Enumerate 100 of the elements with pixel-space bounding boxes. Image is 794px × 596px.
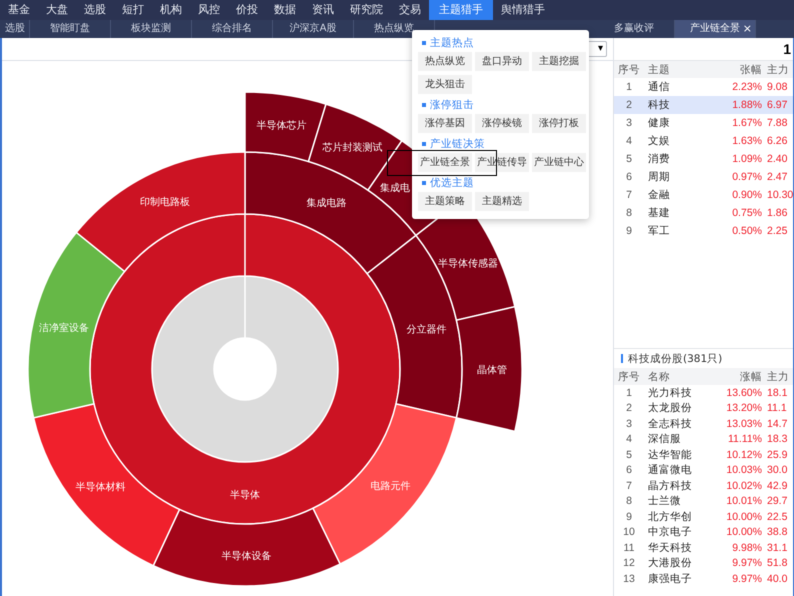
table-row[interactable]: 9 军工 0.50% 2.25 [614, 222, 793, 240]
menu-item[interactable]: 涨停棱镜 [475, 114, 529, 133]
table-cell-text: 大港股份 [647, 556, 693, 570]
page-tab[interactable]: 综合排名 [192, 20, 273, 38]
menu-tab[interactable]: 选股 [76, 0, 114, 20]
menu-item[interactable]: 涨停打板 [532, 114, 586, 133]
table-cell-text: 1.67% [731, 117, 762, 129]
segment-label: 印制电路板 [140, 197, 190, 208]
table-cell-text: 18.3 [766, 433, 788, 446]
table-cell-text: 6 [625, 171, 633, 183]
column-header: 主力 [766, 370, 790, 384]
menu-item[interactable]: 主题策略 [418, 192, 472, 211]
segment-label: 半导体 [230, 490, 260, 501]
table-cell-text: 4 [625, 135, 633, 147]
table-cell-text: 11 [622, 542, 636, 554]
column-header: 名称 [647, 370, 671, 384]
table-row[interactable]: 2 科技 1.88% 6.97 [614, 96, 793, 114]
table-cell-text: 士兰微 [647, 494, 682, 508]
table-cell-text: 2 [625, 99, 633, 111]
menu-tab[interactable]: 数据 [266, 0, 304, 20]
table-cell-text: 1.88% [731, 99, 762, 111]
table-cell-text: 中京电子 [647, 525, 693, 540]
close-icon[interactable]: × [742, 20, 752, 38]
menu-tab[interactable]: 风控 [190, 0, 228, 20]
table-cell-text: 6 [625, 464, 633, 476]
table-cell-text: 文娱 [647, 134, 671, 148]
section-title: 产业链决策 [430, 137, 485, 151]
table-cell-text: 太龙股份 [647, 401, 693, 416]
table-cell-text: 4 [625, 433, 633, 446]
menu-item[interactable]: 主题挖掘 [532, 52, 586, 71]
page-tab[interactable]: 选股 [0, 20, 30, 38]
table-cell-text: 51.8 [766, 557, 788, 570]
table-row[interactable]: 4 文娱 1.63% 6.26 [614, 132, 793, 150]
menu-tab[interactable]: 资讯 [304, 0, 342, 20]
menu-item[interactable]: 产业链中心 [532, 153, 586, 172]
table-cell-text: 达华智能 [647, 448, 693, 462]
table-cell-text: 北方华创 [647, 510, 693, 524]
page-tab[interactable]: 板块监测 [111, 20, 192, 38]
menu-tab[interactable]: 基金 [0, 0, 38, 20]
list-title: 科技成份股(381只) [628, 352, 722, 366]
menu-item[interactable]: 龙头狙击 [418, 75, 472, 94]
table-cell-text: 14.7 [766, 418, 788, 430]
menu-tab[interactable]: 价投 [228, 0, 266, 20]
menu-tab[interactable]: 研究院 [342, 0, 391, 20]
page-tab[interactable]: 智能盯盘 [30, 20, 111, 38]
table-cell-text: 13 [622, 572, 636, 585]
segment-label: 半导体材料 [75, 482, 126, 494]
table-row[interactable]: 8 基建 0.75% 1.86 [614, 204, 793, 222]
table-cell-text: 周期 [647, 170, 671, 184]
table-cell-text: 12 [622, 557, 636, 570]
menu-tab[interactable]: 大盘 [38, 0, 76, 20]
table-cell-text: 消费 [647, 152, 671, 166]
table-cell-text: 10.30 [766, 189, 793, 201]
table-row[interactable]: 6 周期 0.97% 2.47 [614, 168, 793, 186]
page-tab[interactable]: 产业链全景 × [675, 20, 756, 38]
table-cell-text: 30.0 [766, 464, 788, 476]
table-cell-text: 康强电子 [647, 572, 693, 586]
table-cell-text: 10.12% [725, 448, 762, 461]
menu-tab[interactable]: 主题猎手 [429, 0, 493, 20]
menu-item[interactable]: 涨停基因 [418, 114, 472, 133]
table-row[interactable]: 7 金融 0.90% 10.30 [614, 186, 793, 204]
table-cell-text: 0.90% [731, 189, 762, 201]
menu-item[interactable]: 产业链全景 [418, 153, 472, 172]
table-cell-text: 18.1 [766, 386, 788, 399]
table-cell-text: 6.97 [766, 99, 788, 111]
menu-item[interactable]: 热点纵览 [418, 52, 472, 71]
table-cell-text: 1 [625, 386, 633, 399]
table-cell-text: 5 [625, 153, 633, 165]
segment-label: 半导体设备 [222, 551, 272, 562]
table-row[interactable]: 3 健康 1.67% 7.88 [614, 114, 793, 132]
table-cell-text: 25.9 [766, 448, 788, 461]
table-cell-text: 全志科技 [647, 416, 693, 431]
table-cell-text: 1.63% [731, 135, 762, 147]
segment-label: 半导体传感器 [438, 258, 498, 270]
menu-item[interactable]: 主题精选 [475, 192, 529, 211]
segment-label: 电路元件 [370, 480, 411, 492]
table-cell-text: 9.08 [766, 81, 788, 93]
page-tab[interactable]: 沪深京A股 [273, 20, 354, 38]
segment-label: 芯片封装测试 [322, 142, 382, 154]
table-cell-text: 通信 [647, 80, 671, 94]
table-cell-text: 光力科技 [647, 386, 693, 400]
table-row[interactable]: 5 消费 1.09% 2.40 [614, 150, 793, 168]
menu-tab[interactable]: 短打 [114, 0, 152, 20]
column-header: 序号 [617, 62, 641, 76]
table-cell-text: 5 [625, 448, 633, 461]
table-cell-text: 2.47 [766, 171, 788, 183]
menu-tab[interactable]: 交易 [391, 0, 429, 20]
segment-label: 洁净室设备 [38, 323, 89, 334]
table-row[interactable]: 1 通信 2.23% 9.08 [614, 78, 793, 96]
table-cell-text: 9.97% [731, 557, 762, 570]
menu-tab[interactable]: 机构 [152, 0, 190, 20]
table-cell-text: 11.11% [726, 433, 762, 446]
menu-item[interactable]: 盘口异动 [475, 52, 529, 71]
table-cell-text: 8 [625, 495, 633, 508]
table-cell-text: 13.60% [725, 386, 762, 399]
table-cell-text: 2.25 [766, 225, 788, 237]
table-cell-text: 基建 [647, 206, 671, 220]
table-cell-text: 华天科技 [647, 540, 693, 555]
segment-label: 晶体管 [477, 365, 507, 376]
menu-tab[interactable]: 舆情猎手 [493, 0, 553, 20]
